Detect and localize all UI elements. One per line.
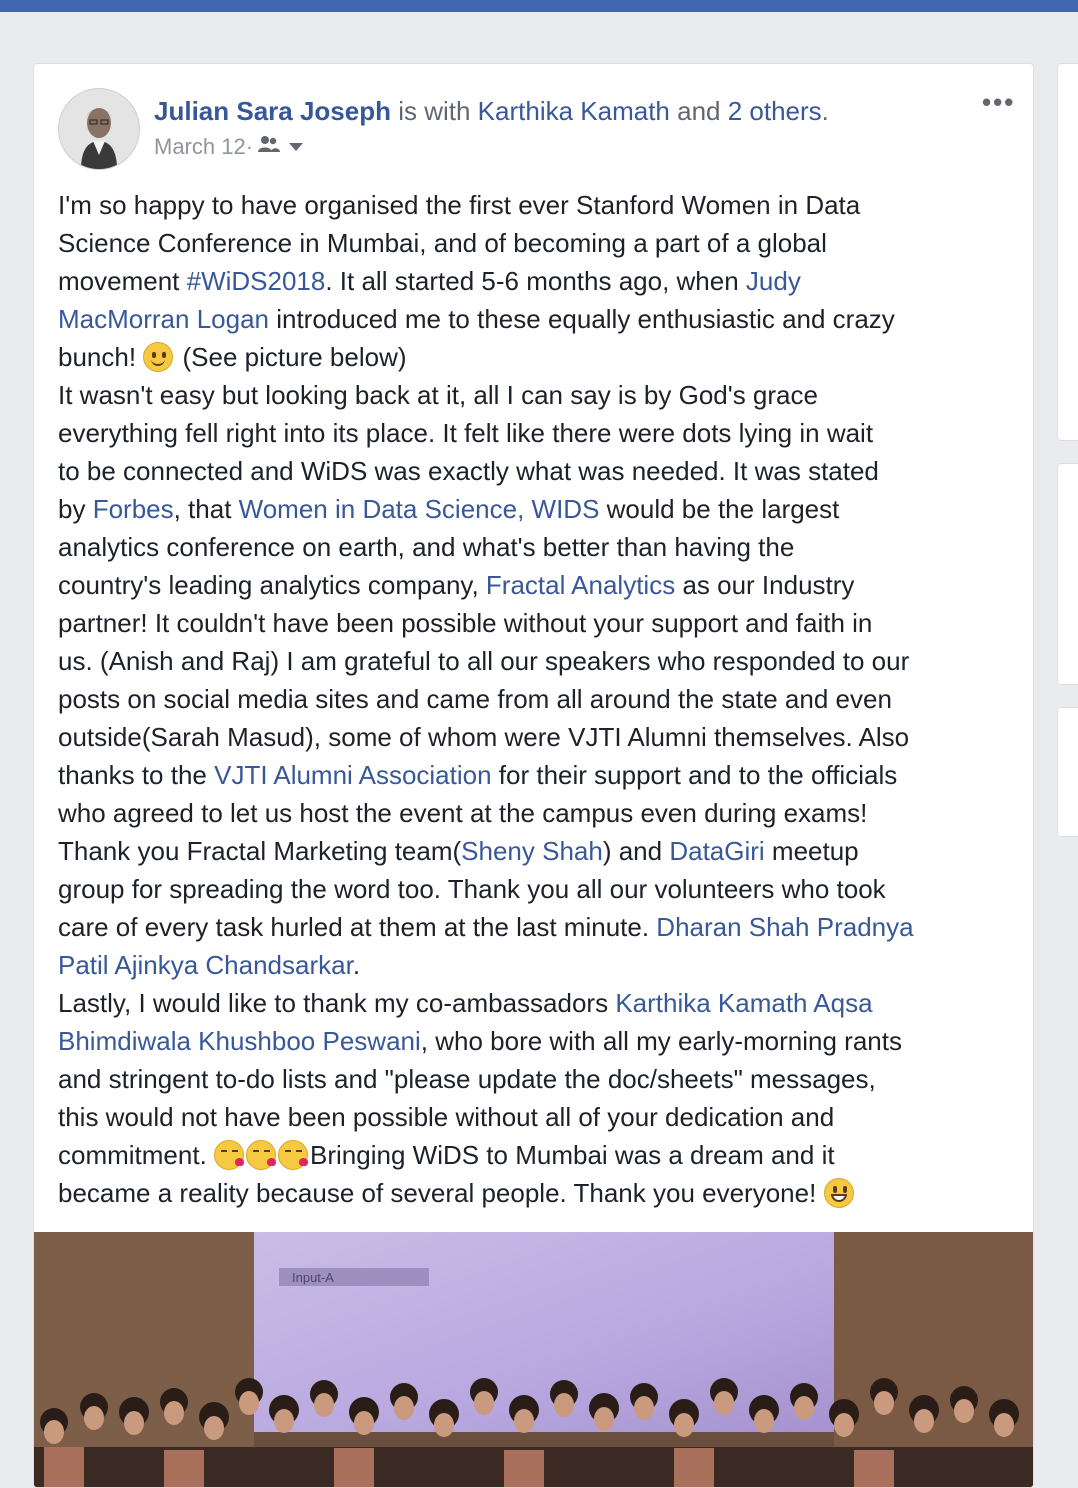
mention-link[interactable]: Judy xyxy=(746,266,801,296)
others-link[interactable]: 2 others xyxy=(728,96,822,126)
page-link-forbes[interactable]: Forbes xyxy=(93,494,174,524)
mention-link[interactable]: Sheny Shah xyxy=(461,836,603,866)
text-segment: (See picture below) xyxy=(175,342,407,372)
group-photo-image: Input-A xyxy=(34,1232,1033,1487)
message-line: who agreed to let us host the event at t… xyxy=(58,798,868,828)
message-line: us. (Anish and Raj) I am grateful to all… xyxy=(58,646,910,676)
text-segment: Thank you Fractal Marketing team( xyxy=(58,836,462,866)
message-line: group for spreading the word too. Thank … xyxy=(58,874,886,904)
meta-separator: · xyxy=(245,134,254,159)
top-nav-bar xyxy=(0,0,1078,12)
right-column-card xyxy=(1057,63,1078,441)
author-name-link[interactable]: Julian Sara Joseph xyxy=(154,96,391,126)
message-line: analytics conference on earth, and what'… xyxy=(58,532,795,562)
text-segment: by xyxy=(58,494,93,524)
message-line: Patil Ajinkya Chandsarkar. xyxy=(58,946,1018,984)
message-line: country's leading analytics company, Fra… xyxy=(58,566,1018,604)
text-segment: as our Industry xyxy=(675,570,855,600)
text-segment: commitment. xyxy=(58,1140,215,1170)
text-segment: for their support and to the officials xyxy=(491,760,898,790)
kiss-emoji-icon xyxy=(214,1140,245,1170)
text-segment: became a reality because of several peop… xyxy=(58,1178,824,1208)
right-column-card xyxy=(1057,707,1078,837)
text-segment: care of every task hurled at them at the… xyxy=(58,912,657,942)
message-line: became a reality because of several peop… xyxy=(58,1174,1018,1212)
mention-link[interactable]: Karthika Kamath Aqsa xyxy=(615,988,872,1018)
message-line: movement #WiDS2018. It all started 5-6 m… xyxy=(58,262,1018,300)
text-segment: introduced me to these equally enthusias… xyxy=(269,304,895,334)
with-text: is with xyxy=(390,96,478,126)
text-segment: thanks to the xyxy=(58,760,215,790)
message-line: everything fell right into its place. It… xyxy=(58,418,874,448)
message-line: to be connected and WiDS was exactly wha… xyxy=(58,456,879,486)
mention-link[interactable]: Patil Ajinkya Chandsarkar xyxy=(58,950,353,980)
message-line: Thank you Fractal Marketing team(Sheny S… xyxy=(58,832,1018,870)
text-segment: , who bore with all my early-morning ran… xyxy=(420,1026,902,1056)
period: . xyxy=(821,96,829,126)
message-line: Lastly, I would like to thank my co-amba… xyxy=(58,984,1018,1022)
kiss-emoji-icon xyxy=(246,1140,277,1170)
post-date-link[interactable]: March 12 xyxy=(154,132,246,162)
mention-link[interactable]: MacMorran Logan xyxy=(58,304,269,334)
message-line: It wasn't easy but looking back at it, a… xyxy=(58,380,818,410)
tagged-person-link[interactable]: Karthika Kamath xyxy=(478,96,670,126)
message-line: posts on social media sites and came fro… xyxy=(58,684,892,714)
text-segment: Bringing WiDS to Mumbai was a dream and … xyxy=(310,1140,835,1170)
message-line: I'm so happy to have organised the first… xyxy=(58,190,861,220)
message-line: by Forbes, that Women in Data Science, W… xyxy=(58,490,1018,528)
message-line: bunch! (See picture below) xyxy=(58,338,1018,376)
message-line: and stringent to-do lists and "please up… xyxy=(58,1064,876,1094)
friends-icon[interactable] xyxy=(257,132,281,162)
profile-photo xyxy=(59,89,139,169)
message-line: outside(Sarah Masud), some of whom were … xyxy=(58,722,910,752)
post-message: I'm so happy to have organised the first… xyxy=(58,186,1018,1212)
message-line: commitment. Bringing WiDS to Mumbai was … xyxy=(58,1136,1018,1174)
text-segment: meetup xyxy=(764,836,859,866)
message-line: thanks to the VJTI Alumni Association fo… xyxy=(58,756,1018,794)
and-text: and xyxy=(669,96,728,126)
feed-post: Julian Sara Joseph is with Karthika Kama… xyxy=(33,63,1034,1488)
chevron-down-icon[interactable] xyxy=(289,143,304,151)
text-segment: . xyxy=(352,950,361,980)
text-segment: . It all started 5-6 months ago, when xyxy=(325,266,746,296)
text-segment: ) and xyxy=(602,836,670,866)
message-line: Bhimdiwala Khushboo Peswani, who bore wi… xyxy=(58,1022,1018,1060)
text-segment: Lastly, I would like to thank my co-amba… xyxy=(58,988,616,1018)
hashtag-link[interactable]: #WiDS2018 xyxy=(187,266,326,296)
page-link-datagiri[interactable]: DataGiri xyxy=(669,836,764,866)
mention-link[interactable]: Dharan Shah Pradnya xyxy=(656,912,913,942)
author-avatar[interactable] xyxy=(58,88,140,170)
text-segment: bunch! xyxy=(58,342,144,372)
mention-link[interactable]: Bhimdiwala Khushboo Peswani xyxy=(58,1026,421,1056)
message-line: MacMorran Logan introduced me to these e… xyxy=(58,300,1018,338)
page-link-fractal[interactable]: Fractal Analytics xyxy=(486,570,675,600)
projector-label: Input-A xyxy=(292,1270,334,1285)
page-link-wids[interactable]: Women in Data Science, WIDS xyxy=(239,494,600,524)
grin-emoji-icon xyxy=(823,1178,854,1208)
message-line: this would not have been possible withou… xyxy=(58,1102,835,1132)
post-photo[interactable]: Input-A xyxy=(34,1232,1033,1487)
post-meta: March 12 · xyxy=(154,132,304,162)
message-line: care of every task hurled at them at the… xyxy=(58,908,1018,946)
text-segment: would be the largest xyxy=(599,494,840,524)
kiss-emoji-icon xyxy=(278,1140,309,1170)
more-options-icon[interactable]: ••• xyxy=(982,89,1015,115)
text-segment: country's leading analytics company, xyxy=(58,570,486,600)
page-link-vjti[interactable]: VJTI Alumni Association xyxy=(214,760,491,790)
text-segment: , that xyxy=(173,494,239,524)
smile-emoji-icon xyxy=(143,342,174,372)
right-column-card xyxy=(1057,463,1078,685)
post-header: Julian Sara Joseph is with Karthika Kama… xyxy=(154,94,829,128)
message-line: partner! It couldn't have been possible … xyxy=(58,608,873,638)
message-line: Science Conference in Mumbai, and of bec… xyxy=(58,228,827,258)
text-segment: movement xyxy=(58,266,187,296)
